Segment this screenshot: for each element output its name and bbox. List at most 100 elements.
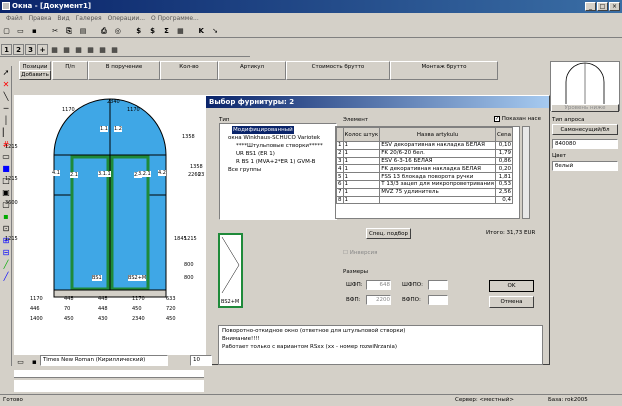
w-field[interactable]: 648 bbox=[366, 280, 391, 290]
table-header[interactable]: Колос штук bbox=[342, 127, 381, 142]
k-icon[interactable]: K bbox=[196, 25, 207, 36]
table-row[interactable]: 1 1 ESV декоративная накладка БЕЛАЯ 0,10 bbox=[336, 141, 514, 150]
minimize-button[interactable]: _ bbox=[585, 2, 596, 11]
tree-item[interactable]: R BS 1 (MVA+2*ER 1) GVM-B bbox=[222, 158, 334, 166]
sash2-icon[interactable]: ⊟ bbox=[1, 248, 11, 258]
vline-icon[interactable]: │ bbox=[1, 116, 11, 126]
grid-icon[interactable]: ▦ bbox=[49, 44, 60, 55]
sum-icon[interactable]: Σ bbox=[161, 25, 172, 36]
column-header[interactable]: В поручение bbox=[88, 61, 160, 80]
paste-icon[interactable]: ▤ bbox=[78, 25, 89, 36]
menu-item[interactable]: Операции... bbox=[108, 15, 145, 22]
h2-field[interactable] bbox=[428, 295, 448, 305]
bulb-icon[interactable]: ▦ bbox=[109, 44, 120, 55]
pen2-icon[interactable]: ╱ bbox=[1, 272, 11, 282]
table-cell: 1 bbox=[342, 195, 381, 205]
frame-icon[interactable]: ■ bbox=[1, 164, 11, 174]
table-scrollbar[interactable] bbox=[522, 126, 530, 219]
tree-item[interactable]: ****Штульповые створки***** bbox=[222, 142, 334, 150]
pointer-icon[interactable]: ➚ bbox=[1, 68, 11, 78]
table-cell: 0,10 bbox=[494, 141, 514, 150]
pen-icon[interactable]: ╱ bbox=[1, 260, 11, 270]
table-header[interactable]: Назва artykulu bbox=[379, 127, 496, 142]
tree-item[interactable]: Модифицированный bbox=[222, 126, 334, 134]
delete-icon[interactable]: ✕ bbox=[1, 80, 11, 90]
tree-item[interactable]: Все группы bbox=[222, 166, 334, 174]
table-row[interactable]: 4 1 FK декоративная накладка БЕЛАЯ 0,20 bbox=[336, 164, 514, 174]
menu-item[interactable]: Правка bbox=[29, 15, 52, 22]
font-size-select[interactable]: 10 bbox=[190, 355, 212, 366]
table-row[interactable]: 3 1 ESV 6-3-16 БЕЛАЯ 0,86 bbox=[336, 156, 514, 166]
dim-icon[interactable]: ⊡ bbox=[1, 224, 11, 234]
profile-select[interactable]: 840080 bbox=[552, 139, 618, 149]
view-button[interactable]: 3 bbox=[25, 44, 36, 55]
column-header[interactable]: П/п bbox=[52, 61, 88, 80]
spec-select-button[interactable]: Спец. подбор bbox=[366, 228, 411, 239]
save2-icon[interactable]: ▪ bbox=[29, 356, 40, 367]
close-button[interactable]: × bbox=[609, 2, 620, 11]
grid-icon[interactable]: ▦ bbox=[175, 25, 186, 36]
bar-icon[interactable]: ▏ bbox=[1, 128, 11, 138]
drawing-canvas[interactable] bbox=[14, 95, 206, 355]
view-button[interactable]: 1 bbox=[1, 44, 12, 55]
hline-icon[interactable]: ─ bbox=[1, 104, 11, 114]
price2-icon[interactable]: $ bbox=[147, 25, 158, 36]
view-button[interactable]: 2 bbox=[13, 44, 24, 55]
hardware-table[interactable]: Колос штук Назва artykulu Cena 1 1 ESV декора… bbox=[335, 126, 520, 219]
menu-bar: Файл Правка Вид Галерея Операции... О Програм… bbox=[0, 13, 622, 24]
table-row[interactable]: 7 1 MVZ 75 удлинитель 2,56 bbox=[336, 187, 514, 197]
table-header[interactable]: Cena bbox=[494, 127, 514, 142]
tree-item[interactable]: UR BS1 (ER 1) bbox=[222, 150, 334, 158]
column-header[interactable]: Артикул bbox=[218, 61, 286, 80]
text-editor[interactable] bbox=[14, 380, 204, 392]
line-icon[interactable]: ╲ bbox=[1, 92, 11, 102]
open-icon[interactable]: ▭ bbox=[15, 25, 26, 36]
sash-preview-label: BS2+M bbox=[221, 299, 240, 305]
color-select[interactable]: белый bbox=[552, 161, 618, 171]
rect-icon[interactable]: ▭ bbox=[1, 152, 11, 162]
font-select[interactable]: Times New Roman (Кириллический) bbox=[40, 355, 168, 366]
zoom-icon[interactable]: ◎ bbox=[112, 25, 123, 36]
table-row[interactable]: 2 1 FK 20/6-20 бел. 1,79 bbox=[336, 148, 514, 158]
print-icon[interactable]: ⎙ bbox=[98, 25, 109, 36]
level-down-button[interactable]: Уровень ниже bbox=[551, 104, 619, 112]
list-icon[interactable]: ▦ bbox=[61, 44, 72, 55]
hardware-tree[interactable]: Модифицированный окна Winkhaus-SCHUCO Var… bbox=[219, 123, 337, 220]
menu-item[interactable]: Файл bbox=[6, 15, 23, 22]
ok-button[interactable]: OK bbox=[489, 280, 534, 292]
w2-field[interactable] bbox=[428, 280, 448, 290]
menu-item[interactable]: Вид bbox=[57, 15, 69, 22]
open2-icon[interactable]: ▭ bbox=[15, 356, 26, 367]
table-row[interactable]: 5 1 FSS 13 блокада поворота ручки 1,81 bbox=[336, 172, 514, 181]
save-icon[interactable]: ▪ bbox=[29, 25, 40, 36]
h2-label: ВФПО: bbox=[402, 297, 421, 303]
show-all-checkbox[interactable]: ✓ Показан насе bbox=[494, 116, 541, 122]
box2-icon[interactable]: ▣ bbox=[1, 188, 11, 198]
tree-item[interactable]: окна Winkhaus-SCHUCO Variotek bbox=[222, 134, 334, 142]
h-field[interactable]: 2200 bbox=[366, 295, 391, 305]
column-header[interactable]: Кол-во bbox=[160, 61, 218, 80]
copy-icon[interactable]: ⎘ bbox=[64, 25, 75, 36]
maximize-button[interactable]: □ bbox=[597, 2, 608, 11]
price-icon[interactable]: $ bbox=[133, 25, 144, 36]
menu-item[interactable]: О Программе... bbox=[151, 15, 199, 22]
table-row[interactable]: 8 1 0,4 bbox=[336, 195, 514, 205]
inversion-checkbox[interactable]: ☐ Инверсия bbox=[343, 250, 377, 256]
menu-item[interactable]: Галерея bbox=[76, 15, 102, 22]
new-icon[interactable]: ▢ bbox=[1, 25, 12, 36]
dimension-label: 1215 bbox=[5, 236, 18, 242]
cut-icon[interactable]: ✂ bbox=[50, 25, 61, 36]
column-header[interactable]: Стоимость брутто bbox=[286, 61, 390, 80]
print2-icon[interactable]: ▦ bbox=[97, 44, 108, 55]
save3-icon[interactable]: ▦ bbox=[85, 44, 96, 55]
add-button[interactable]: Добавить bbox=[19, 70, 51, 80]
green-icon[interactable]: ▪ bbox=[1, 212, 11, 222]
dimension-label: 446 bbox=[30, 306, 40, 312]
table-icon[interactable]: ▦ bbox=[73, 44, 84, 55]
view-button[interactable]: + bbox=[37, 44, 48, 55]
table-row[interactable]: 61T 13/3 зацеп для микропроветривания 0,5… bbox=[336, 179, 514, 189]
cancel-button[interactable]: Отмена bbox=[489, 296, 534, 308]
arrow-icon[interactable]: ➘ bbox=[210, 25, 221, 36]
type-button[interactable]: Самонесущий/бл bbox=[552, 124, 618, 135]
column-header[interactable]: Монтаж брутто bbox=[390, 61, 498, 80]
